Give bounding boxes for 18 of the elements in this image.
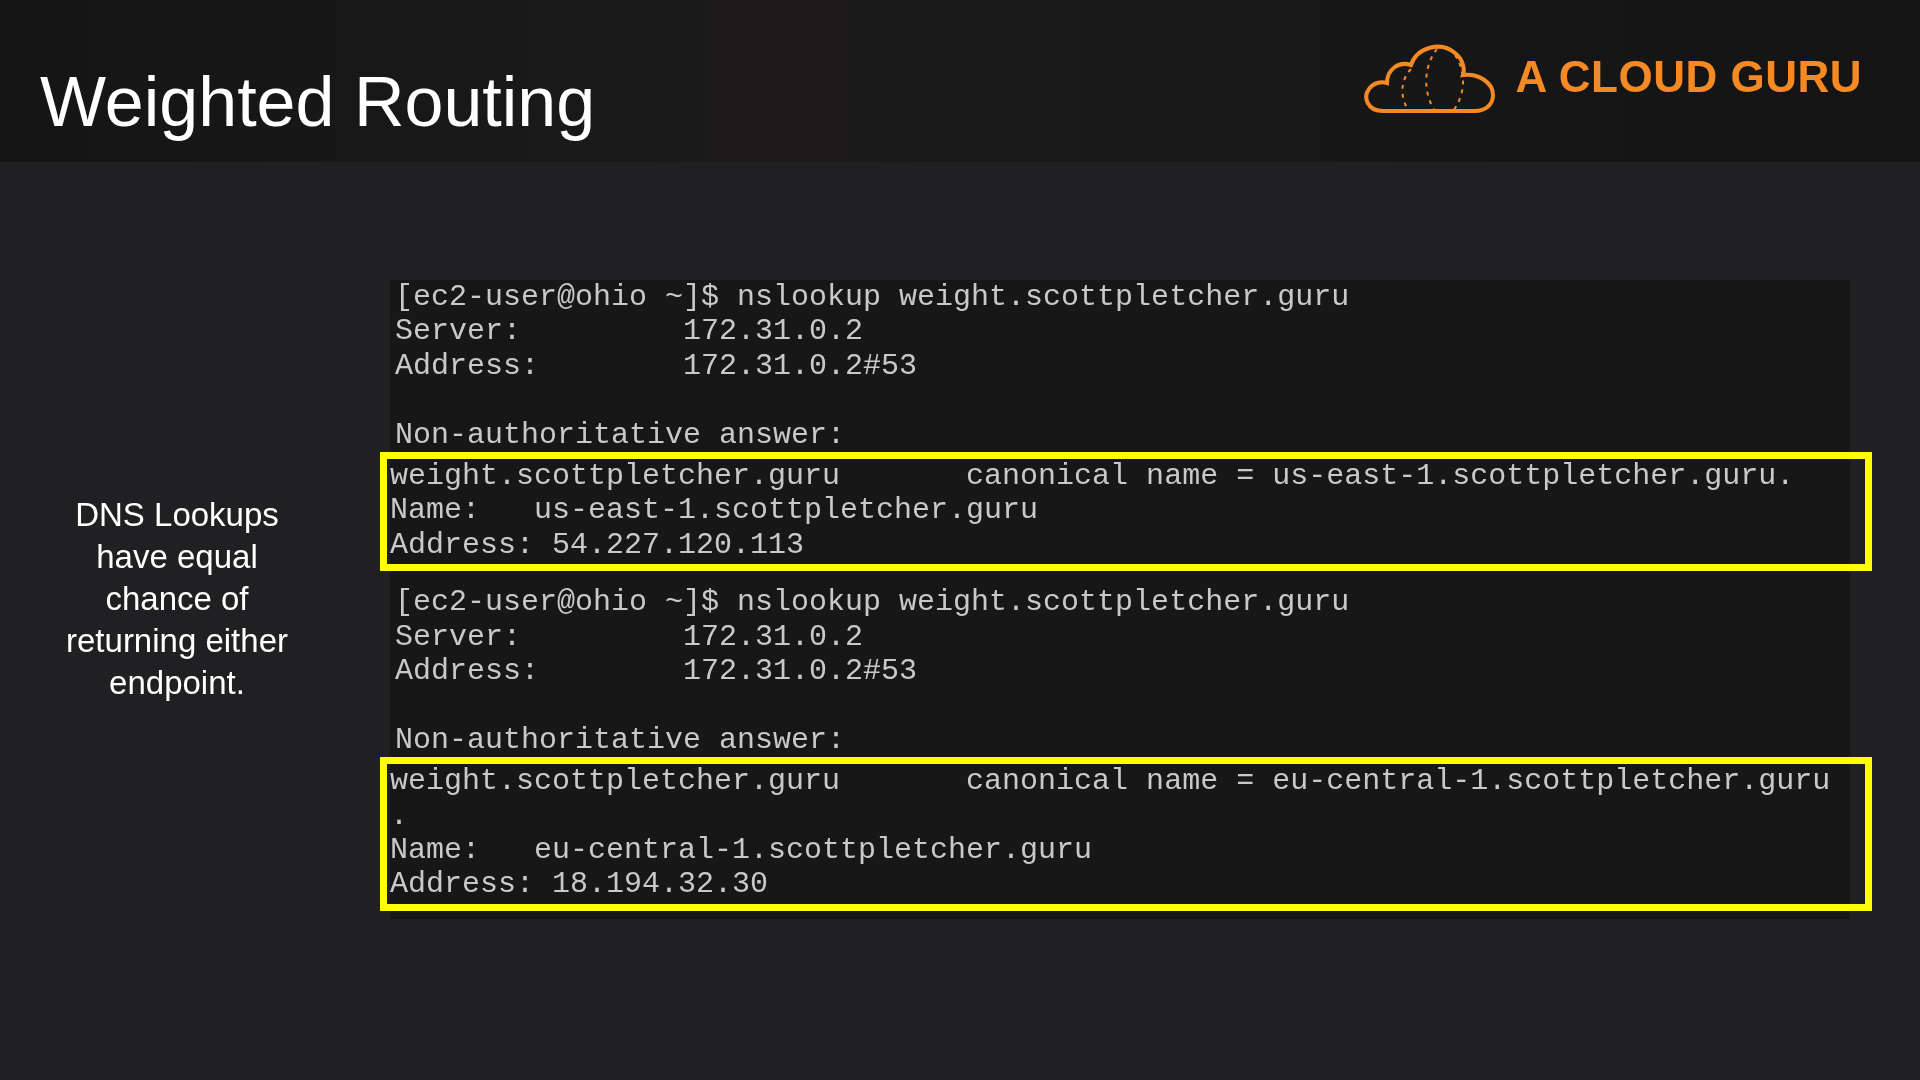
slide-title: Weighted Routing — [40, 62, 596, 142]
terminal-line: Non-authoritative answer: — [395, 417, 846, 452]
terminal-line: Non-authoritative answer: — [395, 722, 846, 758]
terminal-line: Address: 18.194.32.30 — [390, 867, 769, 902]
terminal-line: weight.scottpletcher.guru canonical name = eu-central-1.scottpletcher.guru — [390, 764, 1831, 799]
logo-text: A CLOUD GURU — [1515, 52, 1862, 102]
terminal-line: weight.scottpletcher.guru canonical name = us-east-1.scottpletcher.guru. — [390, 459, 1795, 494]
terminal-line: . — [390, 798, 408, 834]
terminal-line: Name: us-east-1.scottpletcher.guru — [390, 493, 1039, 528]
terminal-line: Address: 54.227.120.113 — [390, 527, 805, 563]
terminal-line: Address: 172.31.0.2#53 — [395, 654, 918, 689]
terminal-line: Server: 172.31.0.2 — [395, 619, 864, 655]
side-note: DNS Lookups have equal chance of returning either endpoint. — [65, 495, 289, 704]
terminal-line: [ec2-user@ohio ~]$ nslookup weight.scottpletcher.guru — [395, 280, 1350, 315]
terminal-line: Name: eu-central-1.scottpletcher.guru — [390, 833, 1093, 868]
terminal-line: [ec2-user@ohio ~]$ nslookup weight.scottpletcher.guru — [395, 585, 1350, 620]
terminal-line: Address: 172.31.0.2#53 — [395, 348, 918, 384]
terminal-line: Server: 172.31.0.2 — [395, 314, 864, 349]
